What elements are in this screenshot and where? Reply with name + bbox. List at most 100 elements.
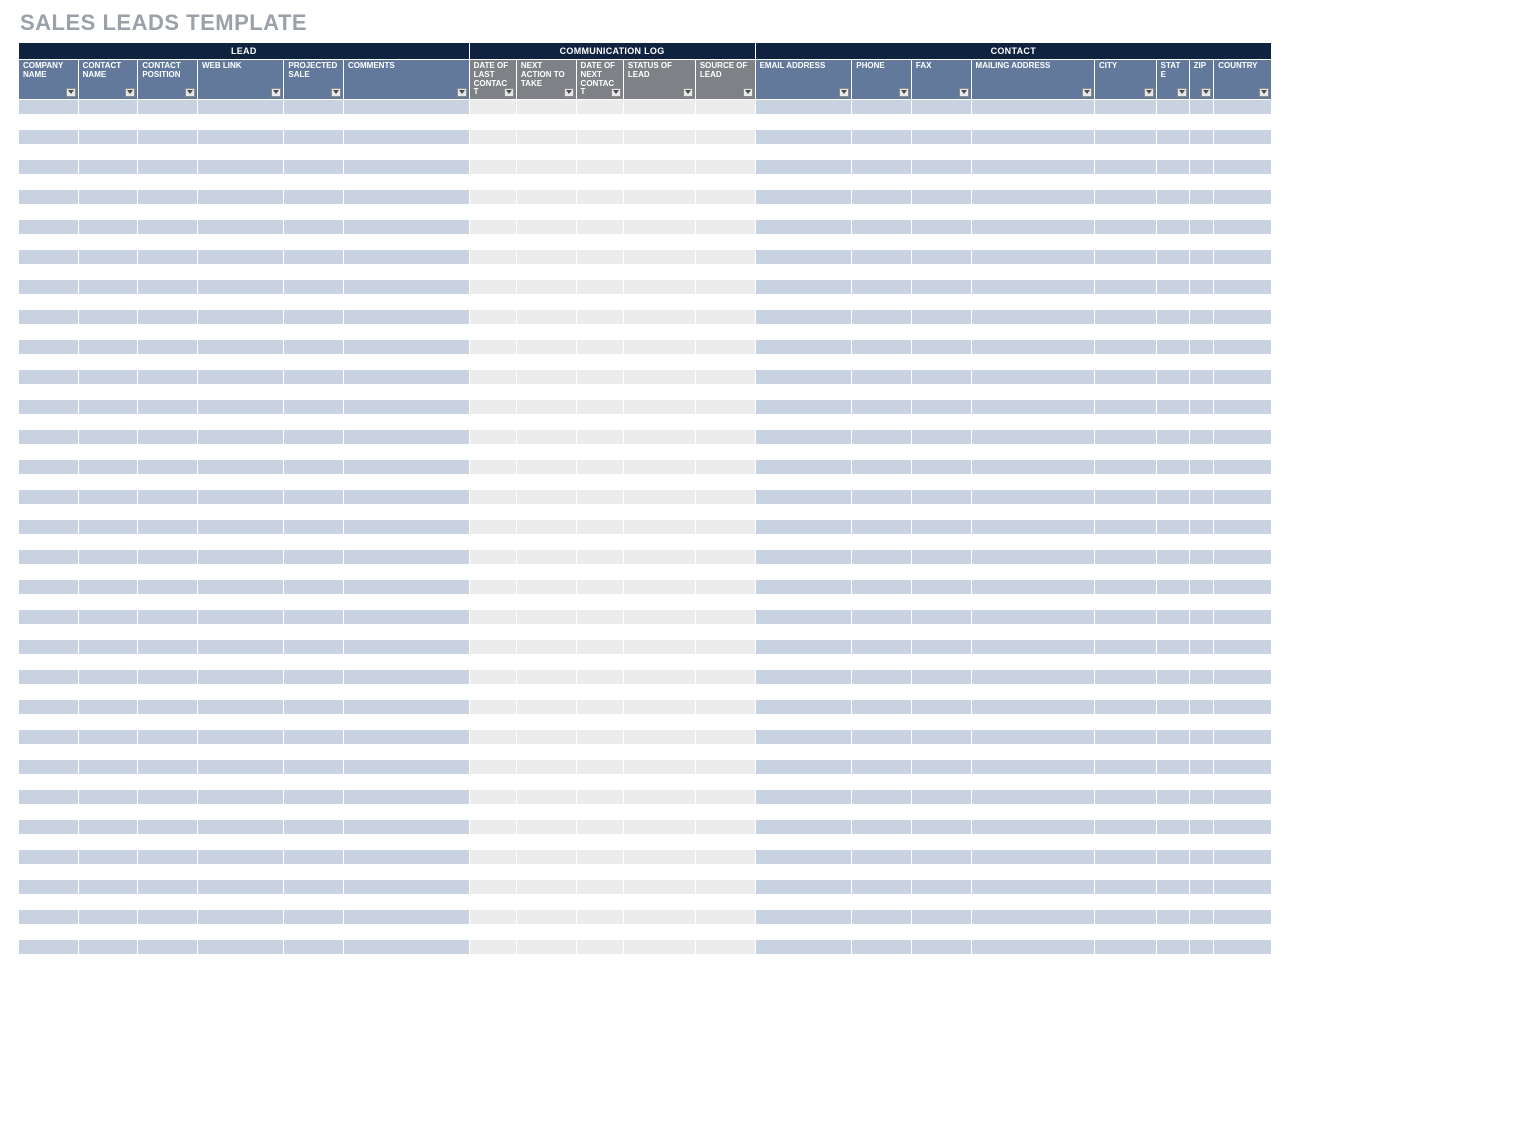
cell[interactable]: [516, 835, 576, 850]
cell[interactable]: [755, 100, 852, 115]
cell[interactable]: [469, 745, 516, 760]
cell[interactable]: [516, 115, 576, 130]
cell[interactable]: [971, 415, 1094, 430]
cell[interactable]: [623, 625, 695, 640]
cell[interactable]: [516, 460, 576, 475]
cell[interactable]: [755, 760, 852, 775]
column-header-zip[interactable]: ZIP: [1189, 60, 1214, 100]
cell[interactable]: [576, 310, 623, 325]
cell[interactable]: [971, 595, 1094, 610]
cell[interactable]: [971, 610, 1094, 625]
cell[interactable]: [284, 655, 344, 670]
cell[interactable]: [1189, 250, 1214, 265]
cell[interactable]: [623, 355, 695, 370]
cell[interactable]: [852, 685, 912, 700]
cell[interactable]: [78, 685, 138, 700]
cell[interactable]: [78, 370, 138, 385]
cell[interactable]: [755, 130, 852, 145]
cell[interactable]: [1189, 310, 1214, 325]
cell[interactable]: [971, 400, 1094, 415]
cell[interactable]: [576, 475, 623, 490]
cell[interactable]: [284, 550, 344, 565]
cell[interactable]: [197, 100, 283, 115]
cell[interactable]: [469, 280, 516, 295]
cell[interactable]: [971, 835, 1094, 850]
cell[interactable]: [1189, 415, 1214, 430]
cell[interactable]: [695, 505, 755, 520]
cell[interactable]: [695, 490, 755, 505]
cell[interactable]: [469, 835, 516, 850]
cell[interactable]: [197, 910, 283, 925]
cell[interactable]: [576, 115, 623, 130]
cell[interactable]: [78, 460, 138, 475]
cell[interactable]: [19, 100, 79, 115]
cell[interactable]: [197, 730, 283, 745]
cell[interactable]: [284, 115, 344, 130]
cell[interactable]: [516, 265, 576, 280]
cell[interactable]: [138, 265, 198, 280]
cell[interactable]: [78, 790, 138, 805]
filter-dropdown-icon[interactable]: [899, 88, 909, 97]
cell[interactable]: [695, 580, 755, 595]
cell[interactable]: [138, 565, 198, 580]
cell[interactable]: [1094, 400, 1156, 415]
cell[interactable]: [19, 790, 79, 805]
cell[interactable]: [516, 655, 576, 670]
cell[interactable]: [1156, 295, 1189, 310]
cell[interactable]: [344, 805, 470, 820]
cell[interactable]: [78, 610, 138, 625]
cell[interactable]: [971, 220, 1094, 235]
cell[interactable]: [1156, 940, 1189, 955]
cell[interactable]: [695, 250, 755, 265]
cell[interactable]: [852, 910, 912, 925]
cell[interactable]: [344, 490, 470, 505]
cell[interactable]: [284, 580, 344, 595]
cell[interactable]: [19, 250, 79, 265]
cell[interactable]: [197, 745, 283, 760]
cell[interactable]: [576, 580, 623, 595]
cell[interactable]: [516, 685, 576, 700]
column-header-projected-sale[interactable]: PROJECTED SALE: [284, 60, 344, 100]
cell[interactable]: [138, 910, 198, 925]
cell[interactable]: [623, 250, 695, 265]
cell[interactable]: [1214, 310, 1272, 325]
cell[interactable]: [911, 505, 971, 520]
cell[interactable]: [344, 745, 470, 760]
cell[interactable]: [197, 400, 283, 415]
cell[interactable]: [576, 820, 623, 835]
cell[interactable]: [1189, 670, 1214, 685]
cell[interactable]: [1094, 445, 1156, 460]
cell[interactable]: [197, 415, 283, 430]
cell[interactable]: [469, 265, 516, 280]
cell[interactable]: [911, 640, 971, 655]
cell[interactable]: [971, 655, 1094, 670]
filter-dropdown-icon[interactable]: [564, 88, 574, 97]
cell[interactable]: [284, 280, 344, 295]
cell[interactable]: [516, 805, 576, 820]
cell[interactable]: [19, 475, 79, 490]
cell[interactable]: [138, 640, 198, 655]
cell[interactable]: [1156, 115, 1189, 130]
cell[interactable]: [344, 460, 470, 475]
cell[interactable]: [576, 925, 623, 940]
cell[interactable]: [1156, 160, 1189, 175]
column-header-contact-name[interactable]: CONTACT NAME: [78, 60, 138, 100]
cell[interactable]: [516, 220, 576, 235]
cell[interactable]: [1214, 175, 1272, 190]
cell[interactable]: [755, 715, 852, 730]
cell[interactable]: [138, 100, 198, 115]
cell[interactable]: [1214, 280, 1272, 295]
cell[interactable]: [469, 310, 516, 325]
cell[interactable]: [755, 520, 852, 535]
cell[interactable]: [755, 235, 852, 250]
cell[interactable]: [197, 865, 283, 880]
cell[interactable]: [516, 520, 576, 535]
cell[interactable]: [971, 250, 1094, 265]
cell[interactable]: [516, 235, 576, 250]
cell[interactable]: [1156, 655, 1189, 670]
cell[interactable]: [623, 805, 695, 820]
cell[interactable]: [1156, 925, 1189, 940]
cell[interactable]: [469, 430, 516, 445]
cell[interactable]: [1189, 205, 1214, 220]
cell[interactable]: [284, 610, 344, 625]
